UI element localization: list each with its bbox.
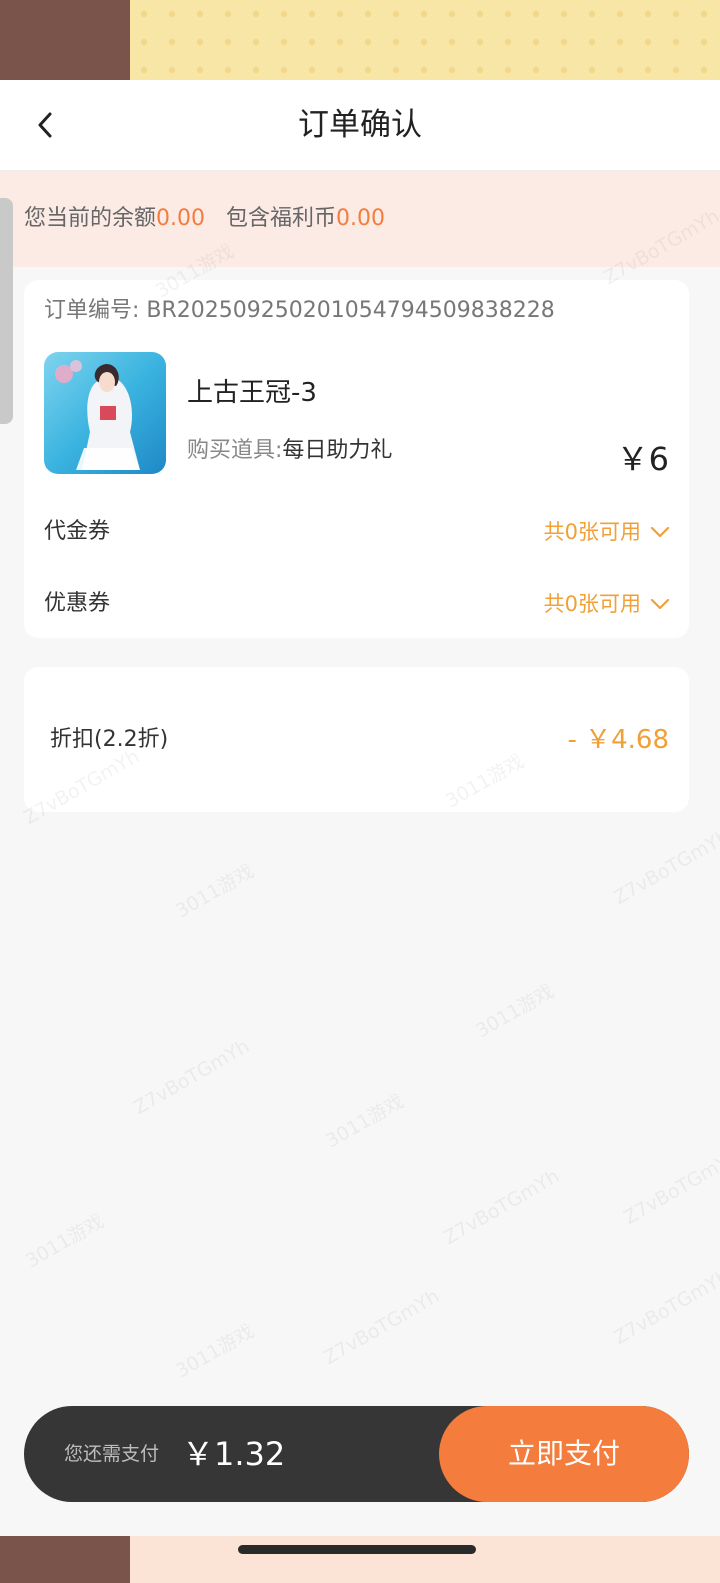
- header: 订单确认: [0, 80, 720, 171]
- item-value: 每日助力礼: [282, 438, 393, 463]
- welfare-value: 0.00: [336, 206, 385, 231]
- item-label: 购买道具:: [187, 438, 283, 463]
- home-indicator[interactable]: [238, 1545, 476, 1554]
- bottom-right-block: [130, 1536, 720, 1583]
- balance-label: 您当前的余额: [24, 206, 157, 231]
- watermark-text: 3011游戏: [172, 1320, 258, 1383]
- watermark-text: Z7vBoTGmYh: [130, 1035, 254, 1120]
- voucher-row[interactable]: 代金券 共0张可用: [24, 504, 689, 560]
- discount-label: 折扣(2.2折): [50, 727, 169, 752]
- game-thumbnail: [44, 352, 166, 474]
- discount-value: - ￥4.68: [567, 725, 669, 755]
- welfare-label: 包含福利币: [225, 206, 336, 231]
- status-bar-background: [0, 0, 720, 80]
- pay-bar: 您还需支付 ￥1.32 立即支付: [24, 1406, 689, 1502]
- balance-value: 0.00: [156, 206, 205, 231]
- watermark-text: 3011游戏: [322, 1090, 408, 1153]
- discount-card: 折扣(2.2折) - ￥4.68: [24, 667, 689, 812]
- watermark-text: Z7vBoTGmYh: [320, 1285, 444, 1370]
- pay-label: 您还需支付: [64, 1443, 160, 1465]
- watermark-text: Z7vBoTGmYh: [610, 1265, 720, 1350]
- order-card: 订单编号: BR20250925020105479450983822​8 上古王…: [24, 280, 689, 638]
- floating-side-handle[interactable]: [0, 198, 13, 424]
- pay-now-button[interactable]: 立即支付: [439, 1406, 689, 1502]
- chevron-down-icon: [650, 598, 670, 610]
- balance-bar: 您当前的余额0.00 包含福利币0.00: [0, 171, 720, 267]
- order-number: 订单编号: BR20250925020105479450983822​8: [44, 290, 555, 332]
- strip-left-block: [0, 0, 130, 80]
- chevron-down-icon: [650, 526, 670, 538]
- watermark-text: 3011游戏: [22, 1210, 108, 1273]
- order-number-value: BR20250925020105479450983822​8: [146, 298, 555, 323]
- bottom-left-block: [0, 1536, 130, 1583]
- coupon-label: 优惠券: [44, 591, 111, 616]
- order-number-label: 订单编号:: [44, 298, 147, 323]
- watermark-text: Z7vBoTGmYh: [440, 1165, 564, 1250]
- watermark-text: 3011游戏: [472, 980, 558, 1043]
- voucher-count: 共0张可用: [543, 520, 641, 544]
- coupon-row[interactable]: 优惠券 共0张可用: [24, 576, 689, 632]
- voucher-label: 代金券: [44, 519, 111, 544]
- coupon-count: 共0张可用: [543, 592, 641, 616]
- bottom-background: [0, 1536, 720, 1583]
- watermark-text: Z7vBoTGmYh: [610, 825, 720, 910]
- purchase-item: 购买道具:每日助力礼: [187, 432, 392, 464]
- game-name: 上古王冠-3: [187, 378, 317, 408]
- pay-amount: ￥1.32: [182, 1435, 286, 1473]
- watermark-text: 3011游戏: [172, 860, 258, 923]
- item-price: ￥6: [616, 440, 669, 478]
- strip-pattern: [130, 0, 720, 80]
- balance-text: 您当前的余额0.00 包含福利币0.00: [24, 171, 385, 267]
- watermark-text: Z7vBoTGmYh: [620, 1145, 720, 1230]
- page-title: 订单确认: [298, 107, 422, 143]
